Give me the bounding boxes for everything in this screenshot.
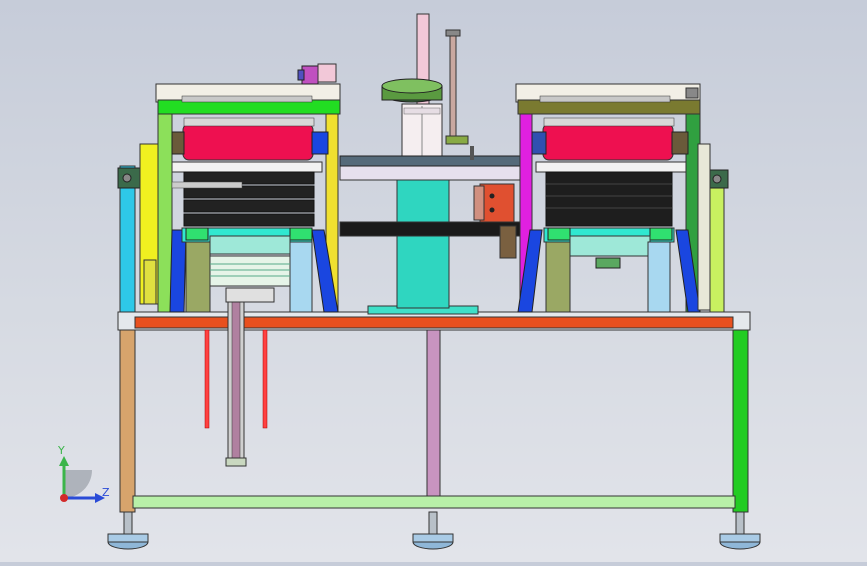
foot-middle — [412, 511, 454, 550]
cad-viewport[interactable]: Y Z — [0, 0, 867, 562]
machine-assembly-drawing: Y Z — [57, 13, 761, 550]
base-frame — [117, 311, 751, 513]
left-leg — [119, 313, 136, 513]
axis-triad: Y Z — [57, 444, 110, 503]
foot-left — [107, 511, 149, 550]
y-axis-label: Y — [57, 444, 65, 457]
right-station — [515, 83, 729, 313]
thin-rod — [449, 31, 457, 143]
leveling-feet — [107, 511, 761, 550]
table-top-orange — [134, 316, 734, 329]
bottom-crossbar — [132, 495, 736, 509]
middle-post — [426, 329, 441, 499]
z-axis-label: Z — [102, 486, 110, 499]
right-leg — [732, 313, 749, 513]
foot-right — [719, 511, 761, 550]
left-station — [117, 63, 341, 313]
